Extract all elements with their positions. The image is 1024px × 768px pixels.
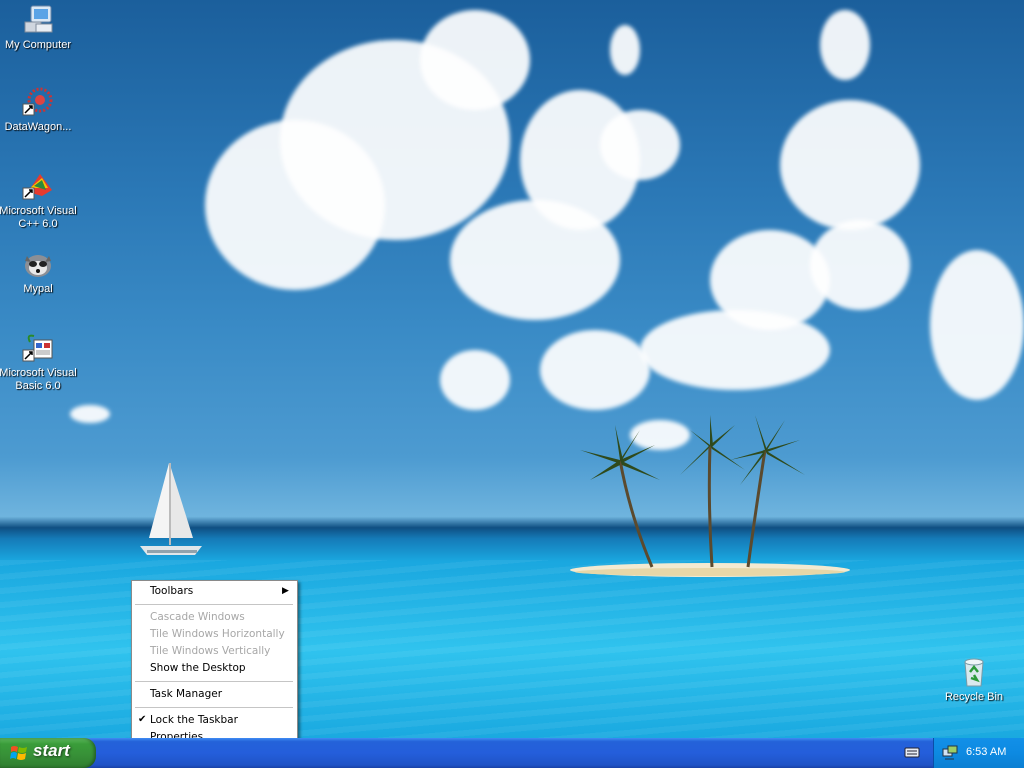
wallpaper-cloud — [930, 250, 1024, 400]
desktop-icon-label: Basic 6.0 — [15, 380, 61, 392]
desktop-icon-label: DataWagon... — [4, 121, 72, 133]
checkmark-icon: ✔ — [138, 714, 147, 725]
wallpaper-cloud — [600, 110, 680, 180]
menu-item-task-manager[interactable]: Task Manager — [150, 686, 222, 703]
wallpaper-cloud — [420, 10, 530, 110]
my-computer-icon — [22, 4, 54, 36]
desktop-icon-label: C++ 6.0 — [18, 218, 58, 230]
wallpaper-cloud — [780, 100, 920, 230]
mypal-icon — [22, 248, 54, 280]
network-icon[interactable] — [942, 745, 958, 761]
wallpaper-cloud — [440, 350, 510, 410]
menu-separator — [135, 681, 293, 682]
menu-item-tile-horizontally: Tile Windows Horizontally — [150, 628, 285, 640]
sailboat — [140, 463, 202, 555]
keyboard-icon[interactable] — [904, 745, 920, 759]
wallpaper-cloud — [810, 220, 910, 310]
wallpaper-cloud — [820, 10, 870, 80]
menu-item-show-desktop[interactable]: Show the Desktop — [150, 660, 246, 677]
menu-separator — [135, 707, 293, 708]
wallpaper-cloud — [70, 405, 110, 423]
desktop-icon-visual-basic[interactable]: Microsoft Visual Basic 6.0 — [0, 332, 78, 393]
desktop-icon-datawagon[interactable]: DataWagon... — [0, 86, 78, 134]
desktop-icon-my-computer[interactable]: My Computer — [0, 4, 78, 52]
windows-logo-icon — [10, 746, 27, 760]
wallpaper-cloud — [610, 25, 640, 75]
desktop-icon-label: Microsoft Visual — [0, 205, 77, 217]
menu-item-label: Toolbars — [150, 585, 194, 597]
visual-basic-icon — [22, 332, 54, 364]
taskbar-context-menu: Toolbars ▶ Cascade Windows Tile Windows … — [131, 580, 298, 750]
desktop-icon-label: Microsoft Visual — [0, 367, 77, 379]
submenu-arrow-icon: ▶ — [282, 586, 289, 596]
start-button[interactable]: start — [0, 738, 96, 768]
menu-item-tile-vertically: Tile Windows Vertically — [150, 645, 271, 657]
menu-item-cascade-windows: Cascade Windows — [150, 611, 245, 623]
wallpaper-cloud — [540, 330, 650, 410]
wallpaper-cloud — [450, 200, 620, 320]
recycle-bin-icon — [958, 656, 990, 688]
desktop-icon-label: Recycle Bin — [944, 691, 1004, 703]
island-palms — [570, 415, 850, 577]
menu-item-toolbars[interactable]: Toolbars ▶ — [150, 583, 290, 600]
clock[interactable]: 6:53 AM — [966, 746, 1006, 758]
start-label: start — [33, 741, 70, 760]
visual-cpp-icon — [22, 170, 54, 202]
desktop-icon-label: My Computer — [4, 39, 72, 51]
desktop-icon-visual-cpp[interactable]: Microsoft Visual C++ 6.0 — [0, 170, 78, 231]
menu-item-lock-taskbar[interactable]: Lock the Taskbar — [150, 712, 238, 729]
desktop-icon-label: Mypal — [23, 283, 53, 295]
desktop-icon-recycle-bin[interactable]: Recycle Bin — [934, 656, 1014, 704]
datawagon-icon — [22, 86, 54, 118]
taskbar[interactable] — [0, 738, 1024, 768]
desktop-icon-mypal[interactable]: Mypal — [0, 248, 78, 296]
menu-separator — [135, 604, 293, 605]
